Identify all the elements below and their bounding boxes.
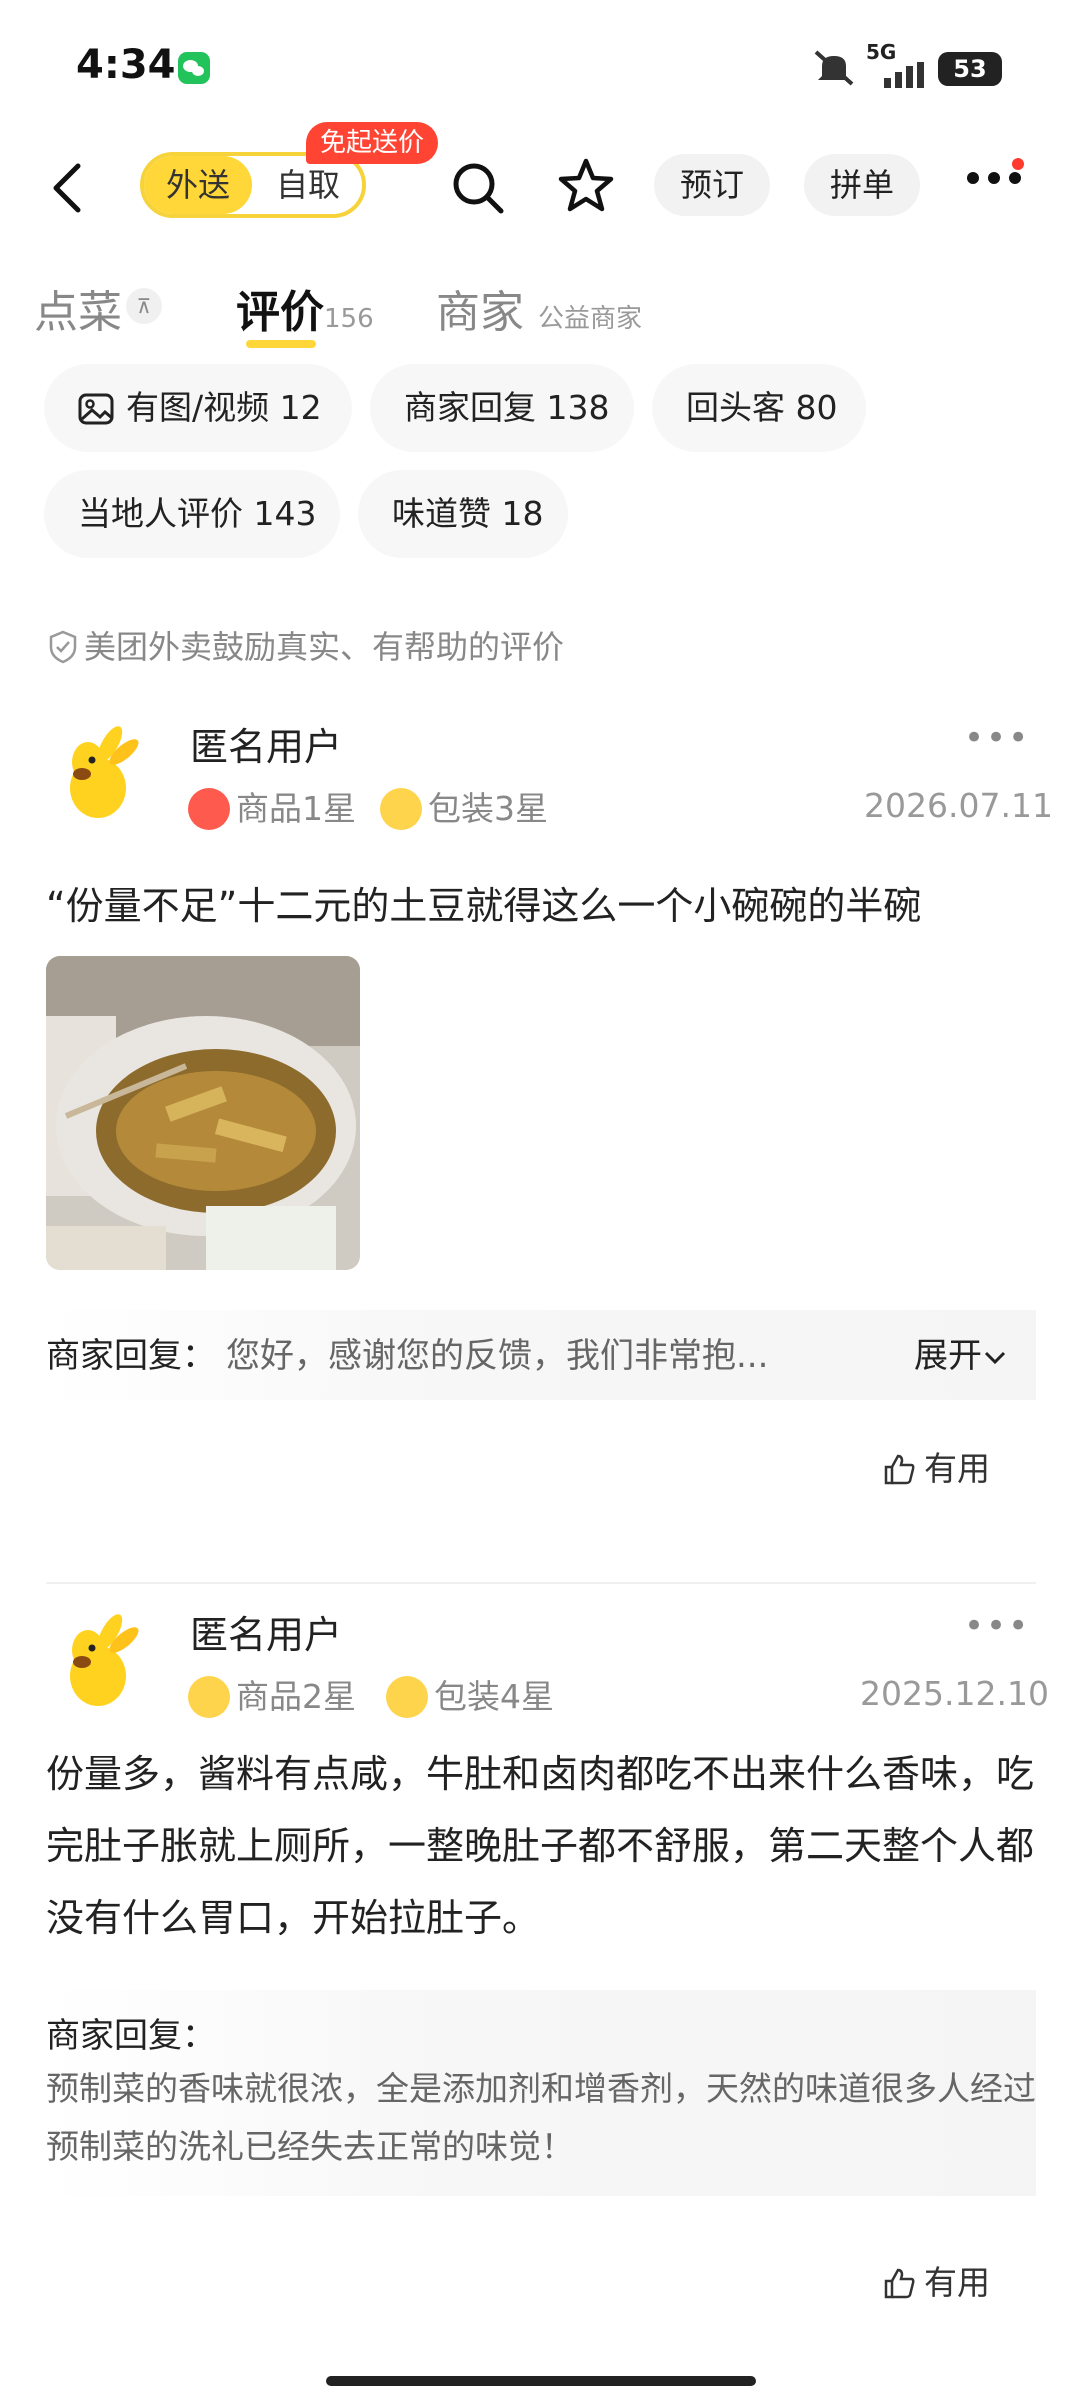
tab-merchant-sub: 公益商家 [538, 304, 643, 334]
neutral-face-icon [380, 788, 422, 830]
battery-indicator: 53 [938, 52, 1002, 86]
home-indicator[interactable] [326, 2376, 756, 2386]
expand-label: 展开 [914, 1336, 982, 1376]
active-tab-indicator [246, 340, 316, 348]
useful-button[interactable]: 有用 [882, 1442, 990, 1490]
image-icon [78, 370, 114, 458]
review-photo[interactable] [46, 956, 360, 1270]
unamused-face-icon [188, 1676, 230, 1718]
angry-face-icon [188, 788, 230, 830]
useful-label: 有用 [924, 1449, 990, 1488]
filter-chip-label: 有图/视频 12 [126, 388, 322, 427]
signal-icon [866, 62, 926, 92]
user-avatar[interactable] [48, 722, 148, 822]
tab-reviews[interactable]: 评价156 [236, 276, 374, 340]
filter-chip-photo[interactable]: 有图/视频 12 [44, 364, 352, 452]
merchant-reply-label: 商家回复： [46, 2016, 216, 2056]
review-more-icon[interactable]: ••• [964, 718, 1030, 758]
tab-merchant-label: 商家 [436, 287, 524, 338]
merchant-reply-text: 预制菜的香味就很浓，全是添加剂和增香剂，天然的味道很多人经过预制菜的洗礼已经失去… [46, 2069, 1036, 2166]
product-rating: 商品1星 [188, 782, 356, 830]
useful-button[interactable]: 有用 [882, 2256, 990, 2304]
filter-chip-local[interactable]: 当地人评价 143 [44, 470, 340, 558]
thumbs-up-icon [884, 2268, 915, 2299]
merchant-reply-text: 您好，感谢您的反馈，我们非常抱... [226, 1336, 769, 1376]
review-date: 2026.07.11 [864, 786, 1053, 825]
product-rating-text: 商品2星 [236, 1677, 356, 1716]
smile-face-icon [386, 1676, 428, 1718]
review-text: 份量多，酱料有点咸，牛肚和卤肉都吃不出来什么香味，吃完肚子胀就上厕所，一整晚肚子… [46, 1752, 1035, 1940]
more-options-icon[interactable] [966, 170, 1022, 189]
review-divider [46, 1582, 1036, 1584]
package-rating-text: 包装4星 [434, 1677, 554, 1716]
notice-text: 美团外卖鼓励真实、有帮助的评价 [84, 628, 565, 666]
thumbs-up-icon [884, 1454, 915, 1485]
tab-merchant[interactable]: 商家 公益商家 [436, 276, 642, 340]
filter-chip-taste[interactable]: 味道赞 18 [358, 470, 568, 558]
status-time: 4:34 [76, 42, 176, 88]
expand-reply-button[interactable]: 展开 [914, 1328, 1006, 1377]
mode-pickup-button[interactable]: 自取 [256, 156, 360, 214]
promo-badge: 免起送价 [306, 122, 439, 164]
favorite-star-icon[interactable] [556, 156, 616, 220]
network-label: 5G [866, 40, 897, 64]
product-rating-text: 商品1星 [236, 789, 356, 828]
filter-chip-merchant-reply[interactable]: 商家回复 138 [370, 364, 634, 452]
review-policy-notice: 美团外卖鼓励真实、有帮助的评价 [48, 622, 564, 668]
package-rating: 包装3星 [380, 782, 548, 830]
tab-order[interactable]: 点菜 [34, 276, 122, 340]
review-date: 2025.12.10 [860, 1674, 1049, 1713]
notification-dot [1012, 158, 1024, 170]
product-rating: 商品2星 [188, 1670, 356, 1718]
chevron-down-icon [984, 1351, 1006, 1365]
wechat-notification-icon [178, 52, 210, 84]
review-more-icon[interactable]: ••• [964, 1606, 1030, 1646]
tab-reviews-count: 156 [324, 304, 374, 334]
review-username: 匿名用户 [190, 1613, 343, 1657]
mode-delivery-button[interactable]: 外送 [144, 156, 252, 214]
reserve-button[interactable]: 预订 [654, 154, 770, 216]
merchant-reply-label: 商家回复： [46, 1336, 216, 1376]
review-username: 匿名用户 [190, 725, 343, 769]
tab-reviews-label: 评价 [236, 287, 324, 338]
back-icon[interactable] [48, 162, 88, 218]
package-rating-text: 包装3星 [428, 789, 548, 828]
user-avatar[interactable] [48, 1610, 148, 1710]
mute-icon [812, 48, 856, 92]
package-rating: 包装4星 [386, 1670, 554, 1718]
search-icon[interactable] [450, 160, 506, 220]
filter-chip-returning[interactable]: 回头客 80 [652, 364, 866, 452]
shield-check-icon [49, 630, 77, 664]
review-text: “份量不足”十二元的土豆就得这么一个小碗碗的半碗 [46, 884, 922, 928]
pin-top-icon[interactable]: ⊼ [126, 288, 162, 324]
useful-label: 有用 [924, 2263, 990, 2302]
group-order-button[interactable]: 拼单 [804, 154, 920, 216]
